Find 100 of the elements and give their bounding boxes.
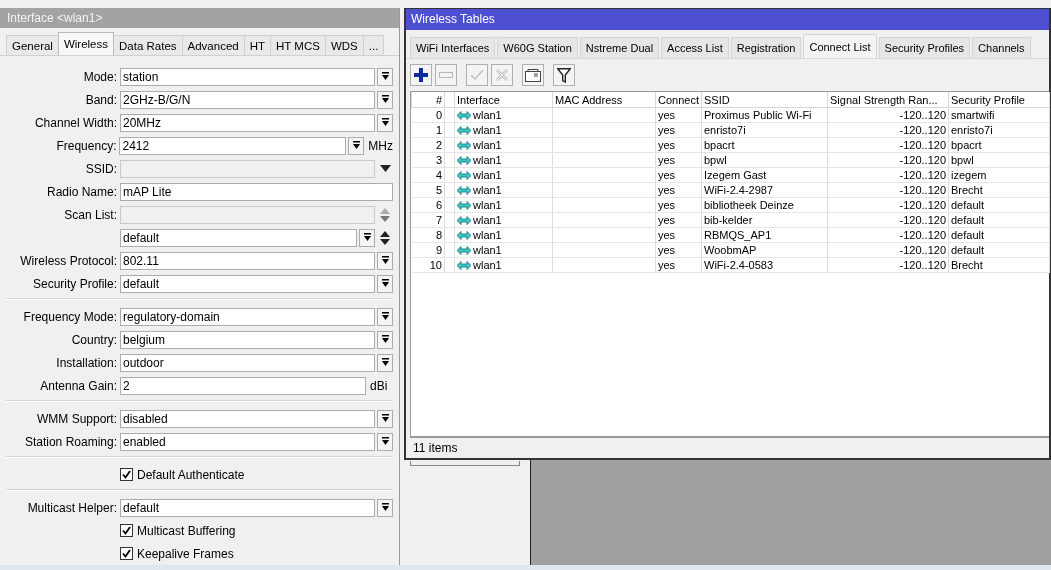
table-cell: Proximus Public Wi-Fi (701, 107, 828, 123)
tab[interactable]: WiFi Interfaces (410, 37, 496, 58)
table-cell: -120..120 (827, 242, 949, 258)
dropdown-button[interactable] (377, 251, 393, 270)
dropdown-button[interactable] (377, 498, 393, 517)
dropdown-field[interactable]: default (120, 498, 375, 517)
unit-label: MHz (368, 138, 393, 153)
table-cell: yes (655, 107, 702, 123)
column-header[interactable]: Signal Strength Ran... (827, 92, 949, 108)
checkbox[interactable] (120, 547, 133, 560)
tab[interactable]: Nstreme Dual (579, 37, 660, 58)
tab[interactable]: HT (243, 35, 272, 55)
table-cell: wlan1 (473, 213, 502, 227)
tab[interactable]: General (6, 35, 59, 55)
dropdown-button[interactable] (377, 330, 393, 349)
field-label: Multicast Helper: (26, 500, 118, 515)
tab[interactable]: ... (362, 35, 385, 55)
dropdown-field[interactable]: 20MHz (120, 113, 375, 132)
dropdown-arrow-icon (380, 95, 390, 104)
dropdown-field[interactable]: 802.11 (120, 251, 375, 270)
dropdown-button[interactable] (377, 307, 393, 326)
dropdown-button[interactable] (377, 409, 393, 428)
up-down-arrows-icon (380, 230, 390, 245)
filter-icon (557, 67, 571, 83)
row-number: 1 (411, 122, 445, 138)
add-button[interactable] (410, 64, 432, 86)
dropdown-button[interactable] (377, 353, 393, 372)
tab[interactable]: Advanced (181, 35, 245, 55)
table-cell: wlan1 (473, 108, 502, 122)
dropdown-field[interactable]: 2GHz-B/G/N (120, 90, 375, 109)
tab[interactable]: Access List (661, 37, 729, 58)
dropdown-button[interactable] (348, 136, 365, 155)
column-header[interactable]: # (411, 92, 445, 108)
field-label: Channel Width: (33, 115, 118, 130)
table-cell: wlan1 (473, 168, 502, 182)
row-number: 7 (411, 212, 445, 228)
row-number: 0 (411, 107, 445, 123)
table-cell: -120..120 (827, 137, 949, 153)
field-label: Security Profile: (31, 276, 118, 291)
cross-icon (496, 69, 508, 81)
table-cell: wlan1 (473, 153, 502, 167)
dropdown-arrow-icon (380, 72, 390, 81)
dropdown-arrow-icon (380, 118, 390, 127)
tab[interactable]: W60G Station (497, 37, 578, 58)
double-arrow-icon (457, 139, 471, 151)
dropdown-field[interactable]: belgium (120, 330, 375, 349)
checkmark-icon (122, 470, 131, 479)
table-cell: yes (655, 182, 702, 198)
dropdown-field[interactable]: station (120, 67, 375, 86)
partially-hidden-button[interactable] (410, 461, 520, 466)
checkbox[interactable] (120, 524, 133, 537)
window-title: Interface <wlan1> (0, 8, 399, 28)
dropdown-button[interactable] (377, 113, 393, 132)
plus-icon (414, 68, 428, 82)
column-header[interactable]: Interface (454, 92, 553, 108)
table-cell: bibliotheek Deinze (701, 197, 828, 213)
dropdown-field[interactable]: regulatory-domain (120, 307, 375, 326)
column-header[interactable]: SSID (701, 92, 828, 108)
table-cell: yes (655, 212, 702, 228)
table-cell: wlan1 (473, 123, 502, 137)
dropdown-button[interactable] (377, 432, 393, 451)
tab[interactable]: Channels (972, 37, 1031, 58)
unit-label: dBi (370, 378, 388, 393)
tab[interactable]: Data Rates (113, 35, 183, 55)
checkbox-label: Multicast Buffering (137, 523, 236, 538)
table-cell: yes (655, 152, 702, 168)
table-cell: yes (655, 122, 702, 138)
window-title: Wireless Tables (406, 9, 1049, 30)
dropdown-button[interactable] (359, 228, 375, 247)
checkbox[interactable] (120, 468, 133, 481)
dropdown-field[interactable]: enabled (120, 432, 375, 451)
minus-icon (439, 72, 453, 78)
tab[interactable]: Connect List (803, 34, 877, 58)
tab[interactable]: WDS (324, 35, 364, 55)
table-cell: wlan1 (473, 258, 502, 272)
text-field[interactable]: mAP Lite (120, 182, 393, 201)
double-arrow-icon (457, 169, 471, 181)
column-header[interactable]: Security Profile (948, 92, 1050, 108)
column-header[interactable]: MAC Address (552, 92, 656, 108)
table-cell: Izegem Gast (701, 167, 828, 183)
dropdown-field[interactable]: 2412 (119, 136, 347, 155)
dropdown-button[interactable] (377, 274, 393, 293)
text-field[interactable]: 2 (120, 376, 366, 395)
tab[interactable]: HT MCS (270, 35, 326, 55)
column-header[interactable]: Connect (655, 92, 702, 108)
tab[interactable]: Registration (730, 37, 802, 58)
dropdown-field[interactable]: default (120, 228, 357, 247)
up-down-arrows-icon (380, 207, 390, 222)
tab[interactable]: Security Profiles (878, 37, 971, 58)
filter-button[interactable] (553, 64, 575, 86)
dropdown-field[interactable]: default (120, 274, 375, 293)
tab[interactable]: Wireless (57, 32, 114, 55)
checkmark-icon (122, 526, 131, 535)
dropdown-button[interactable] (377, 90, 393, 109)
comment-button[interactable] (522, 64, 544, 86)
table-cell: yes (655, 197, 702, 213)
dropdown-field[interactable]: outdoor (120, 353, 375, 372)
field-label: Mode: (82, 69, 118, 84)
dropdown-field[interactable]: disabled (120, 409, 375, 428)
dropdown-button[interactable] (377, 67, 393, 86)
